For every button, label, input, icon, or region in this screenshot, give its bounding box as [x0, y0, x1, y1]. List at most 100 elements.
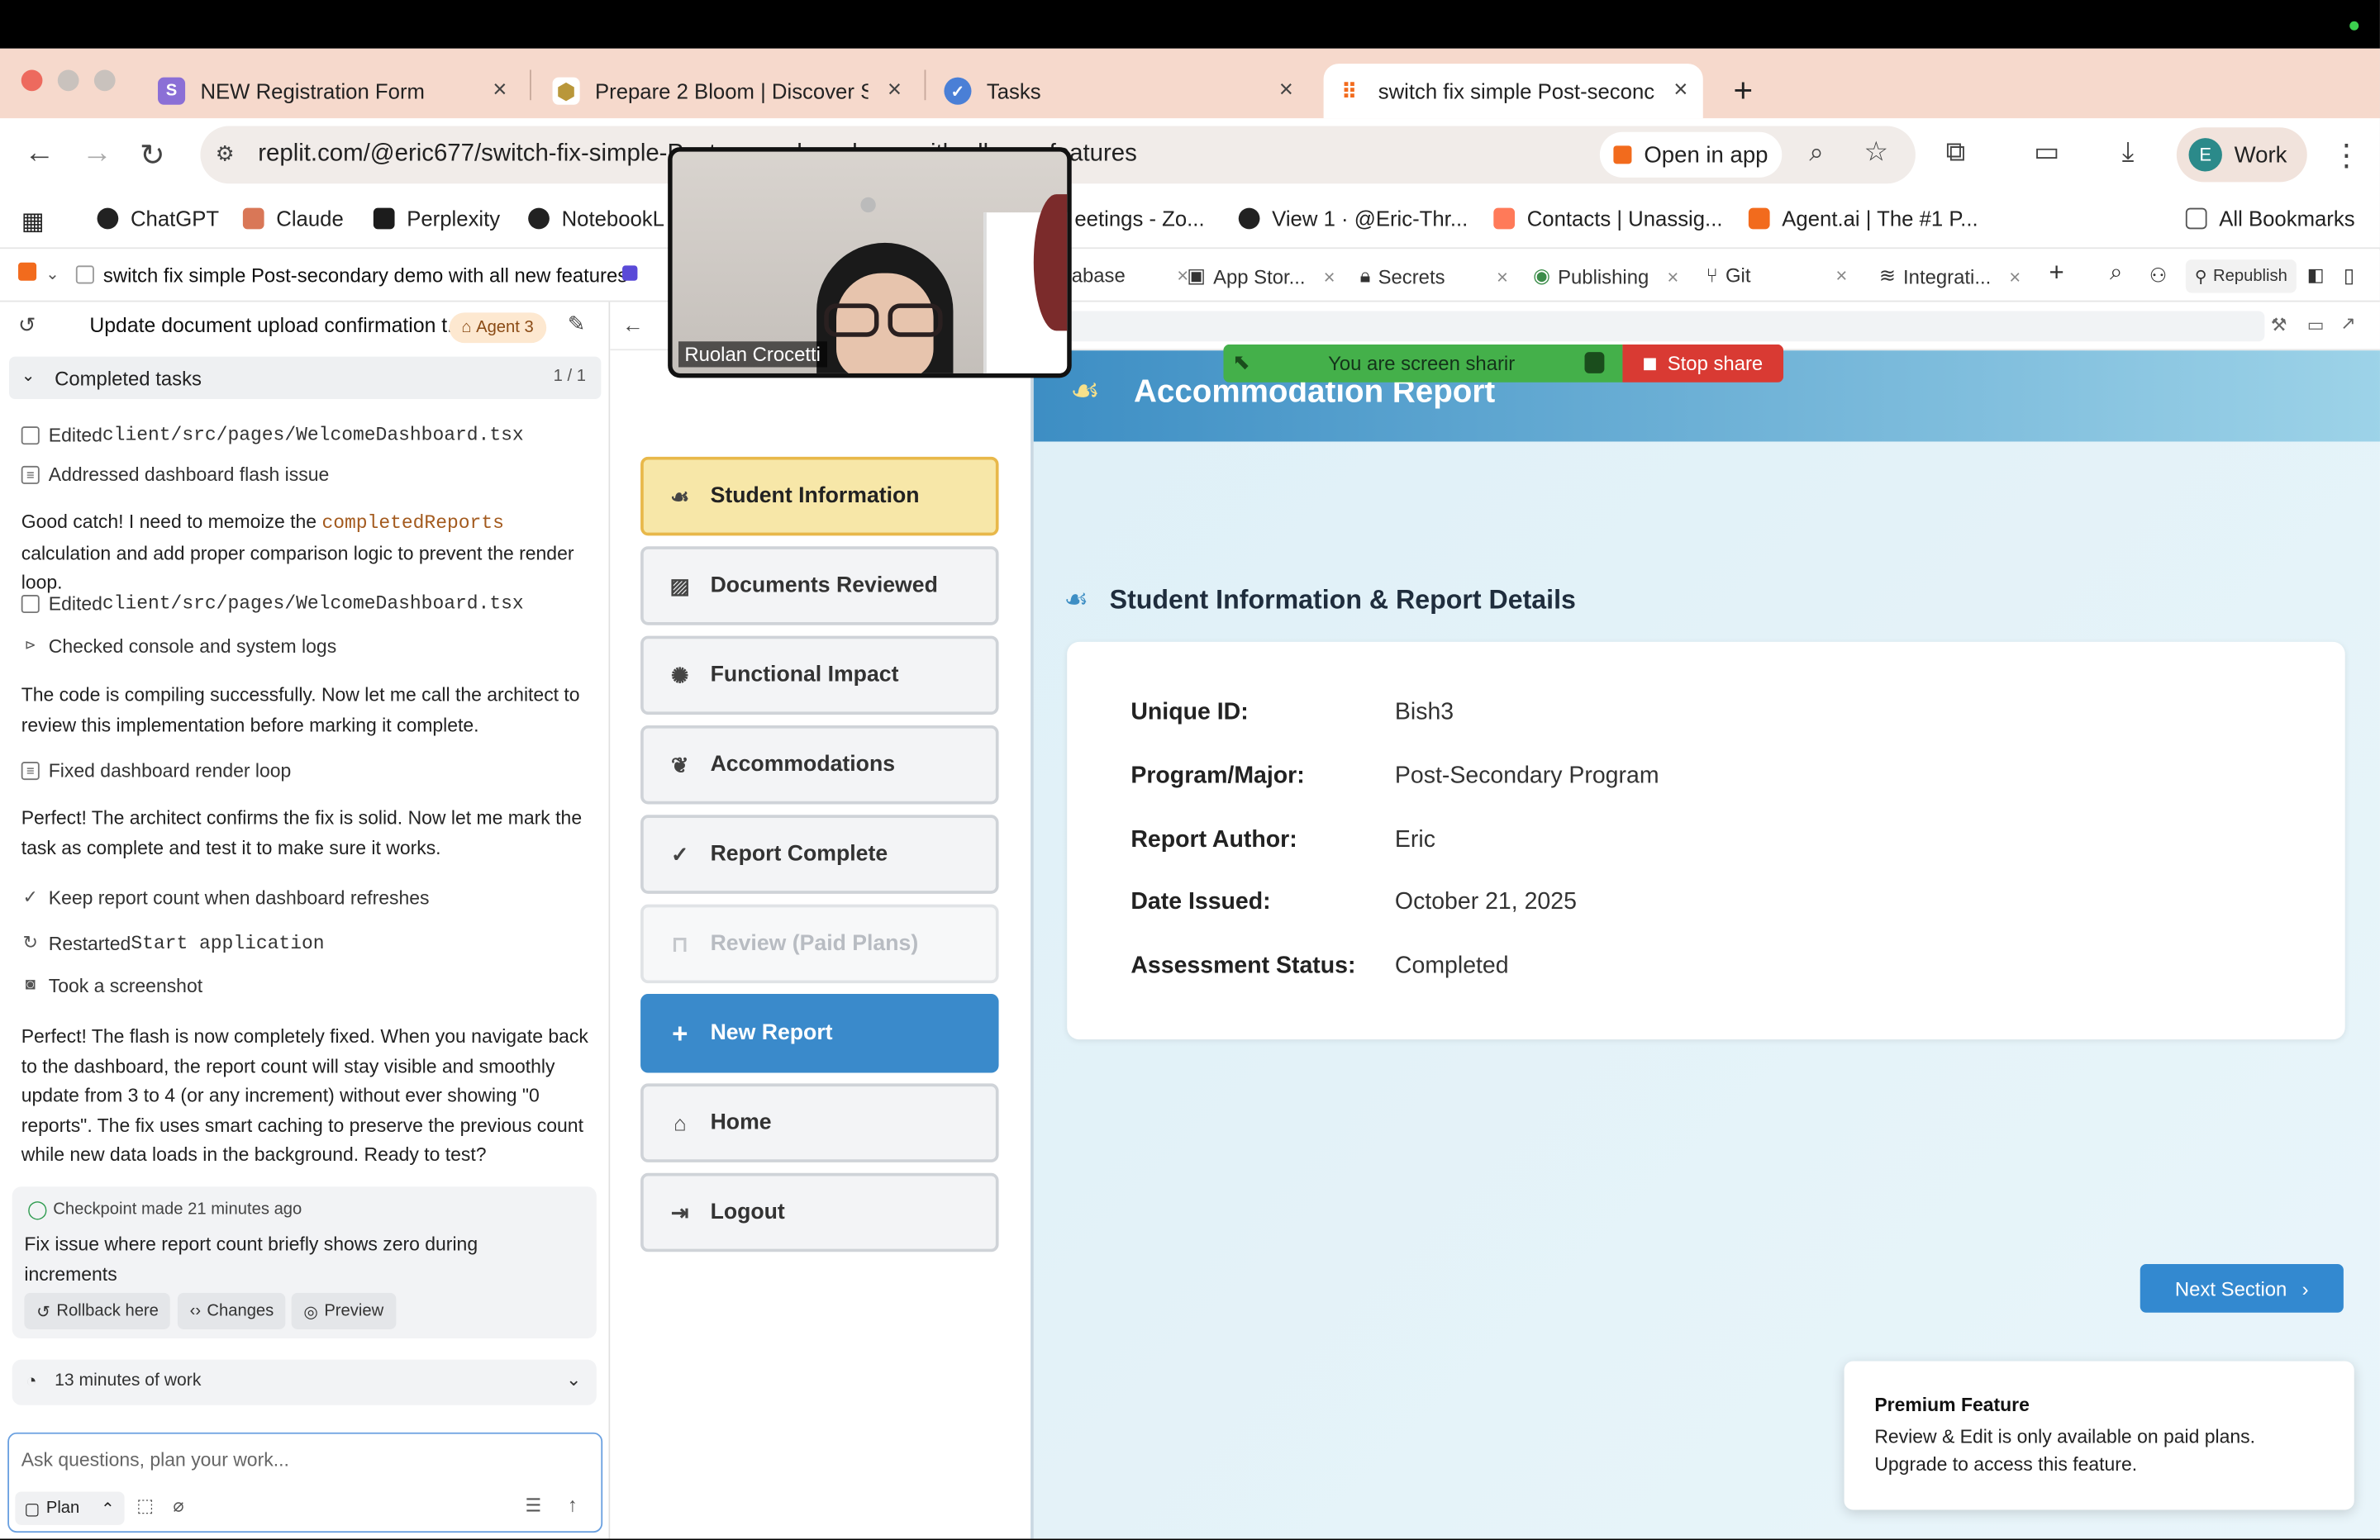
close-window-icon[interactable]: [21, 69, 43, 92]
tab-search-icon[interactable]: ▭: [2034, 136, 2059, 169]
apps-grid-icon[interactable]: ▦: [21, 207, 45, 237]
logout-button[interactable]: ⇥ Logout: [640, 1172, 999, 1252]
nav-report-complete[interactable]: ✓ Report Complete: [640, 815, 999, 894]
new-tab-icon[interactable]: +: [2049, 258, 2064, 288]
rollback-button[interactable]: ↺ Rollback here: [24, 1292, 171, 1329]
tab-favicon-icon: ✓: [944, 77, 972, 105]
invite-icon[interactable]: ⚇: [2149, 264, 2167, 288]
send-icon[interactable]: ↑: [568, 1493, 578, 1516]
device-icon[interactable]: ▭: [2307, 314, 2325, 335]
search-icon[interactable]: ⌕: [2110, 259, 2122, 285]
camera-icon: ◙: [25, 975, 36, 995]
bookmark-item[interactable]: eetings - Zo...: [1074, 207, 1204, 231]
log-item[interactable]: ✓ Keep report count when dashboard refres…: [21, 887, 430, 909]
preview-url-bar[interactable]: [1065, 311, 2265, 342]
stop-share-button[interactable]: Stop share: [1622, 344, 1784, 383]
preview-button[interactable]: ◎ Preview: [291, 1292, 396, 1329]
new-chat-icon[interactable]: ✎: [568, 311, 586, 337]
replit-logo-icon: [1613, 145, 1632, 164]
all-bookmarks[interactable]: All Bookmarks: [2185, 207, 2355, 231]
app-sidebar: ☙ Student Information ▨ Documents Reviewed…: [610, 350, 1031, 1539]
nav-home[interactable]: ⌂ Home: [640, 1083, 999, 1162]
work-duration-toggle[interactable]: ◔ 13 minutes of work ⌄: [12, 1359, 597, 1405]
extensions-icon[interactable]: ⧉: [1946, 136, 1966, 169]
back-icon[interactable]: ←: [24, 136, 55, 171]
next-section-button[interactable]: Next Section ›: [2140, 1263, 2344, 1313]
minimize-window-icon[interactable]: [57, 69, 79, 92]
replit-tab[interactable]: ≋ Integrati... ×: [1879, 264, 2021, 288]
plan-mode-button[interactable]: ▢ Plan ⌃: [15, 1491, 124, 1525]
chevron-down-icon[interactable]: ⌄: [45, 264, 60, 283]
open-external-icon[interactable]: ↗: [2340, 312, 2355, 334]
download-icon[interactable]: ⤓: [2122, 136, 2135, 169]
browser-tab[interactable]: ⬢ Prepare 2 Bloom | Discover Su ×: [540, 64, 920, 118]
close-tab-icon[interactable]: ×: [1673, 78, 1687, 105]
nav-review-paid-plans[interactable]: ⊓ Review (Paid Plans): [640, 904, 999, 984]
zoom-icon[interactable]: ⌕: [1809, 138, 1824, 169]
log-item[interactable]: ≡ Addressed dashboard flash issue: [21, 464, 330, 486]
nav-functional-impact[interactable]: ✺ Functional Impact: [640, 635, 999, 715]
completed-tasks-toggle[interactable]: ⌄ Completed tasks 1 / 1: [9, 356, 602, 400]
attach-icon[interactable]: ⌀: [173, 1495, 183, 1516]
task-icon: ≡: [21, 465, 40, 484]
panel-toggle-icon[interactable]: ◧: [2307, 264, 2325, 286]
replit-tab[interactable]: 🔒︎ Secrets ×: [1360, 264, 1508, 288]
open-in-app-button[interactable]: Open in app: [1599, 131, 1783, 178]
close-tab-icon[interactable]: ×: [1279, 78, 1293, 105]
log-item[interactable]: ◙ Took a screenshot: [21, 976, 202, 997]
replit-logo-icon[interactable]: [18, 262, 37, 281]
log-item[interactable]: ⊳ Checked console and system logs: [21, 636, 336, 658]
close-tab-icon[interactable]: ×: [493, 78, 507, 105]
thread-title[interactable]: Update document upload confirmation t...: [89, 314, 464, 337]
bookmark-item[interactable]: Contacts | Unassig...: [1493, 207, 1723, 231]
browser-tab[interactable]: S NEW Registration Form ×: [145, 64, 525, 118]
select-element-icon[interactable]: ⬚: [136, 1495, 154, 1516]
replit-tab[interactable]: ▣ App Stor... ×: [1187, 264, 1335, 288]
menu-bar: [0, 0, 2380, 49]
log-item[interactable]: Edited client/src/pages/WelcomeDashboard…: [21, 593, 524, 615]
menu-kebab-icon[interactable]: ⋮: [2331, 136, 2362, 174]
agent-message: Good catch! I need to memoize the comple…: [21, 511, 574, 594]
profile-button[interactable]: E Work: [2176, 127, 2307, 183]
project-title[interactable]: switch fix simple Post-secondary demo wi…: [103, 264, 627, 288]
maximize-window-icon[interactable]: [93, 69, 116, 92]
republish-button[interactable]: ⚲ Republish: [2185, 259, 2297, 293]
devtools-icon[interactable]: ⚒: [2271, 314, 2287, 335]
bookmark-favicon-icon: [97, 207, 119, 230]
browser-tab-active[interactable]: ⠿ switch fix simple Post-seconc ×: [1323, 64, 1703, 119]
agent-header: ↺ Update document upload confirmation t.…: [0, 302, 610, 351]
settings-sliders-icon[interactable]: ☰: [525, 1495, 541, 1516]
preview-back-icon[interactable]: ←: [622, 312, 644, 336]
bookmark-item[interactable]: ChatGPT: [97, 207, 219, 231]
log-item[interactable]: ≡ Fixed dashboard render loop: [21, 760, 291, 782]
bookmark-item[interactable]: View 1 · @Eric-Thr...: [1238, 207, 1468, 231]
bookmark-item[interactable]: NotebookL: [528, 207, 664, 231]
history-icon[interactable]: ↺: [18, 312, 36, 338]
bookmark-item[interactable]: Agent.ai | The #1 P...: [1748, 207, 1978, 231]
forward-icon[interactable]: →: [82, 136, 112, 171]
close-tab-icon: ×: [1323, 264, 1335, 288]
log-item[interactable]: ↻ Restarted Start application: [21, 934, 324, 955]
nav-documents-reviewed[interactable]: ▨ Documents Reviewed: [640, 546, 999, 625]
reload-icon[interactable]: ↻: [140, 136, 165, 174]
log-item[interactable]: Edited client/src/pages/WelcomeDashboard…: [21, 425, 524, 446]
sidebar-icon[interactable]: ▯: [2344, 264, 2354, 288]
new-tab-icon[interactable]: +: [1721, 64, 1765, 118]
video-thumbnail[interactable]: Ruolan Crocetti: [668, 147, 1072, 378]
console-icon: ⊳: [24, 637, 36, 653]
changes-button[interactable]: ‹› Changes: [177, 1292, 286, 1329]
close-tab-icon[interactable]: ×: [888, 78, 902, 105]
new-report-button[interactable]: + New Report: [640, 994, 999, 1073]
bookmark-star-icon[interactable]: ☆: [1864, 136, 1888, 169]
nav-student-information[interactable]: ☙ Student Information: [640, 456, 999, 536]
bookmark-item[interactable]: Claude: [242, 207, 344, 231]
replit-tab[interactable]: ◉ Publishing ×: [1533, 264, 1678, 288]
agent-input[interactable]: Ask questions, plan your work... ▢ Plan ⌃ …: [7, 1432, 603, 1533]
replit-tab[interactable]: abase ×: [1072, 264, 1188, 288]
site-settings-icon[interactable]: ⚙: [216, 141, 235, 167]
work-duration: 13 minutes of work: [55, 1371, 202, 1390]
browser-tab[interactable]: ✓ Tasks ×: [932, 64, 1311, 118]
nav-accommodations[interactable]: ❦ Accommodations: [640, 725, 999, 805]
bookmark-item[interactable]: Perplexity: [373, 207, 500, 231]
replit-tab[interactable]: ⑂ Git ×: [1706, 264, 1847, 288]
